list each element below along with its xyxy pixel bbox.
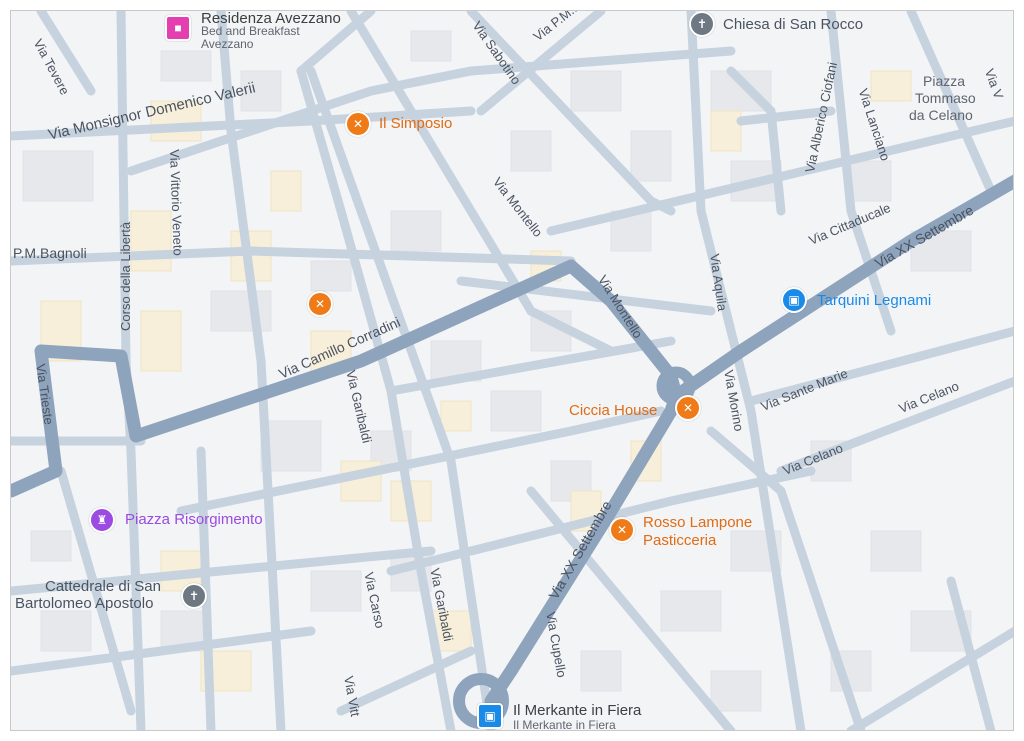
street-label-bagnoli: P.M.Bagnoli [13, 245, 87, 261]
poi-rosso-line1[interactable]: Rosso Lampone [643, 515, 752, 531]
restaurant-icon[interactable]: ✕ [675, 395, 701, 421]
map-canvas[interactable]: Via Tevere Via Sabotino Via P.M... Via M… [10, 10, 1014, 731]
restaurant-icon[interactable]: ✕ [307, 291, 333, 317]
map-frame: Via Tevere Via Sabotino Via P.M... Via M… [0, 0, 1024, 741]
poi-cattedrale-line2: Bartolomeo Apostolo [15, 595, 154, 612]
poi-merkante-sub: Il Merkante in Fiera [513, 718, 616, 731]
street-network[interactable] [11, 11, 1014, 731]
poi-piazza-tommaso-line3: da Celano [909, 107, 973, 123]
hotel-icon[interactable]: ■ [165, 15, 191, 41]
poi-rosso-line2: Pasticceria [643, 532, 717, 549]
street-label-vittorio-veneto: Via Vittorio Veneto [167, 148, 186, 256]
poi-piazza-tommaso-line1: Piazza [923, 73, 966, 89]
poi-risorgimento-name[interactable]: Piazza Risorgimento [125, 512, 263, 528]
poi-tarquini-name[interactable]: Tarquini Legnami [817, 293, 931, 309]
poi-simposio-name[interactable]: Il Simposio [379, 116, 452, 132]
shopping-bag-icon[interactable]: ▣ [477, 703, 503, 729]
shopping-bag-icon[interactable]: ▣ [781, 287, 807, 313]
poi-piazza-tommaso-line2: Tommaso [915, 90, 976, 106]
poi-cattedrale-line1[interactable]: Cattedrale di San [45, 579, 161, 595]
poi-chiesa-rocco-name[interactable]: Chiesa di San Rocco [723, 17, 863, 33]
street-label-liberta: Corso della Libertà [118, 221, 133, 331]
restaurant-icon[interactable]: ✕ [609, 517, 635, 543]
poi-merkante-name[interactable]: Il Merkante in Fiera [513, 703, 641, 719]
church-cross-icon[interactable]: ✝ [689, 11, 715, 37]
poi-ciccia-name[interactable]: Ciccia House [569, 403, 657, 419]
castle-icon[interactable]: ♜ [89, 507, 115, 533]
poi-residenza-sub2: Avezzano [201, 37, 254, 51]
restaurant-icon[interactable]: ✕ [345, 111, 371, 137]
church-cross-icon[interactable]: ✝ [181, 583, 207, 609]
